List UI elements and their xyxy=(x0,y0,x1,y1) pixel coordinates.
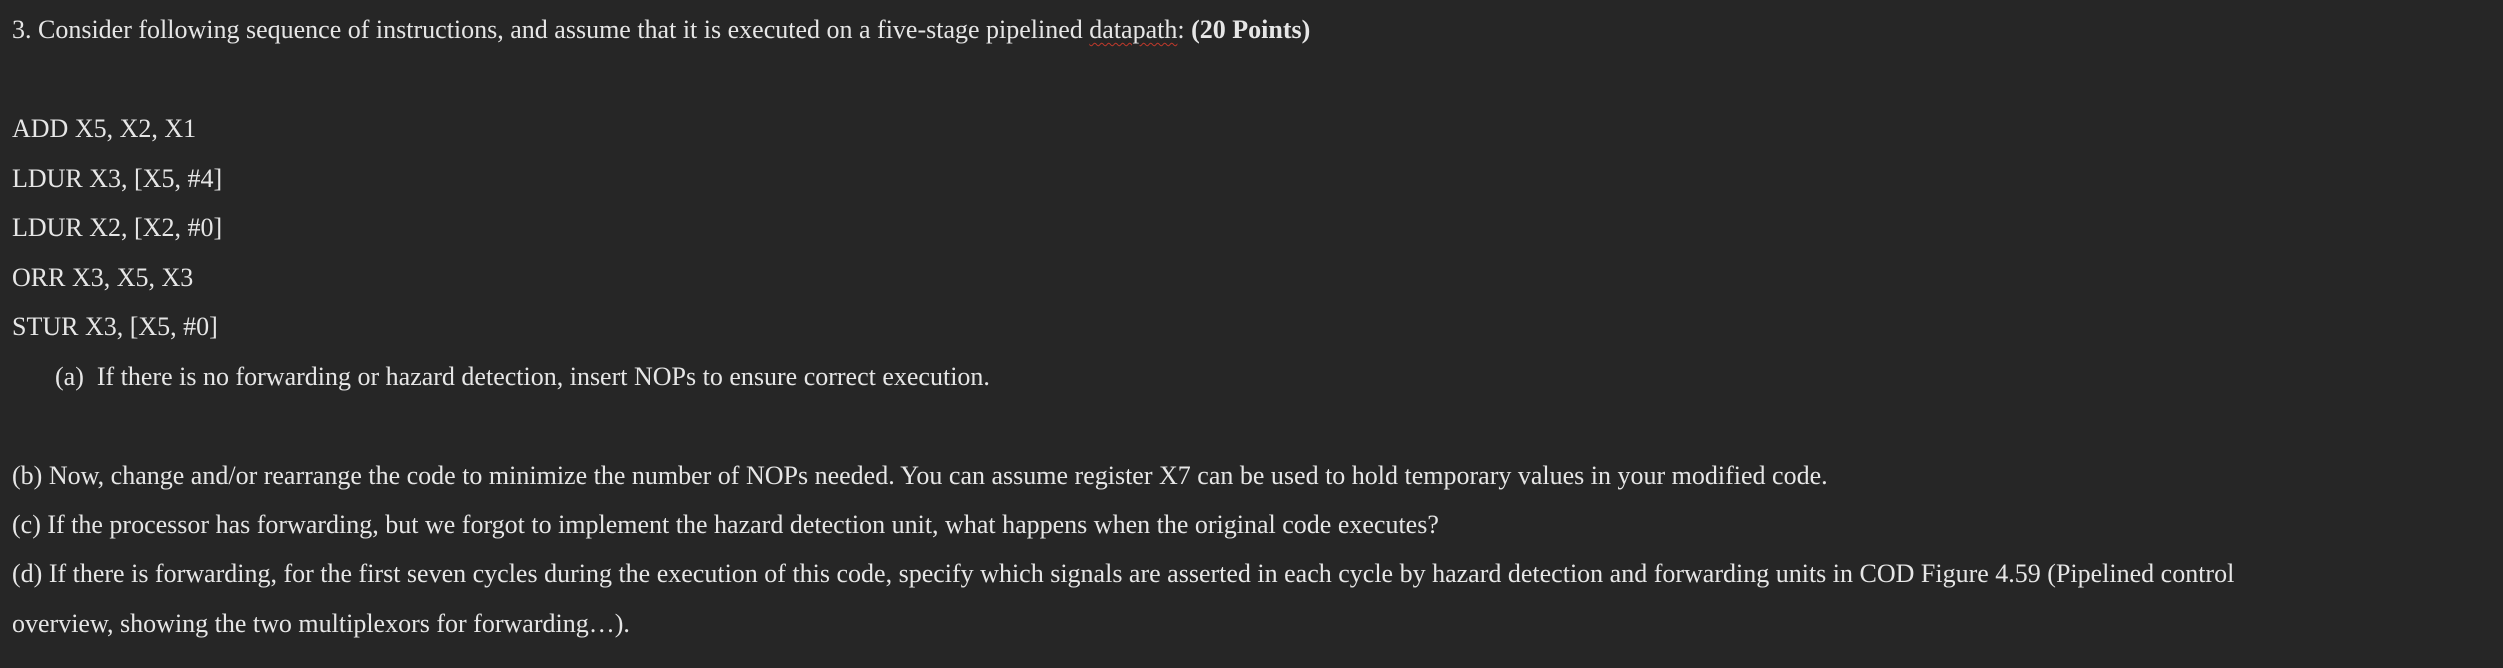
part-c: (c) If the processor has forwarding, but… xyxy=(12,510,1439,539)
question-heading: 3. Consider following sequence of instru… xyxy=(12,17,1310,43)
instruction-line: LDUR X3, [X5, #4] xyxy=(12,164,223,193)
question-heading-text: 3. Consider following sequence of instru… xyxy=(12,15,1090,44)
instruction-line: ORR X3, X5, X3 xyxy=(12,263,194,292)
instruction-line: STUR X3, [X5, #0] xyxy=(12,312,218,341)
instruction-line: LDUR X2, [X2, #0] xyxy=(12,213,223,242)
part-b: (b) Now, change and/or rearrange the cod… xyxy=(12,461,1828,490)
question-points: (20 Points) xyxy=(1191,15,1311,44)
instruction-line: ADD X5, X2, X1 xyxy=(12,114,197,143)
question-heading-colon: : xyxy=(1177,15,1192,44)
part-d-line-2: overview, showing the two multiplexors f… xyxy=(12,609,630,638)
part-a: (a) If there is no forwarding or hazard … xyxy=(55,362,990,391)
spellcheck-word[interactable]: datapath xyxy=(1089,15,1177,44)
part-d-line-1: (d) If there is forwarding, for the firs… xyxy=(12,559,2235,588)
